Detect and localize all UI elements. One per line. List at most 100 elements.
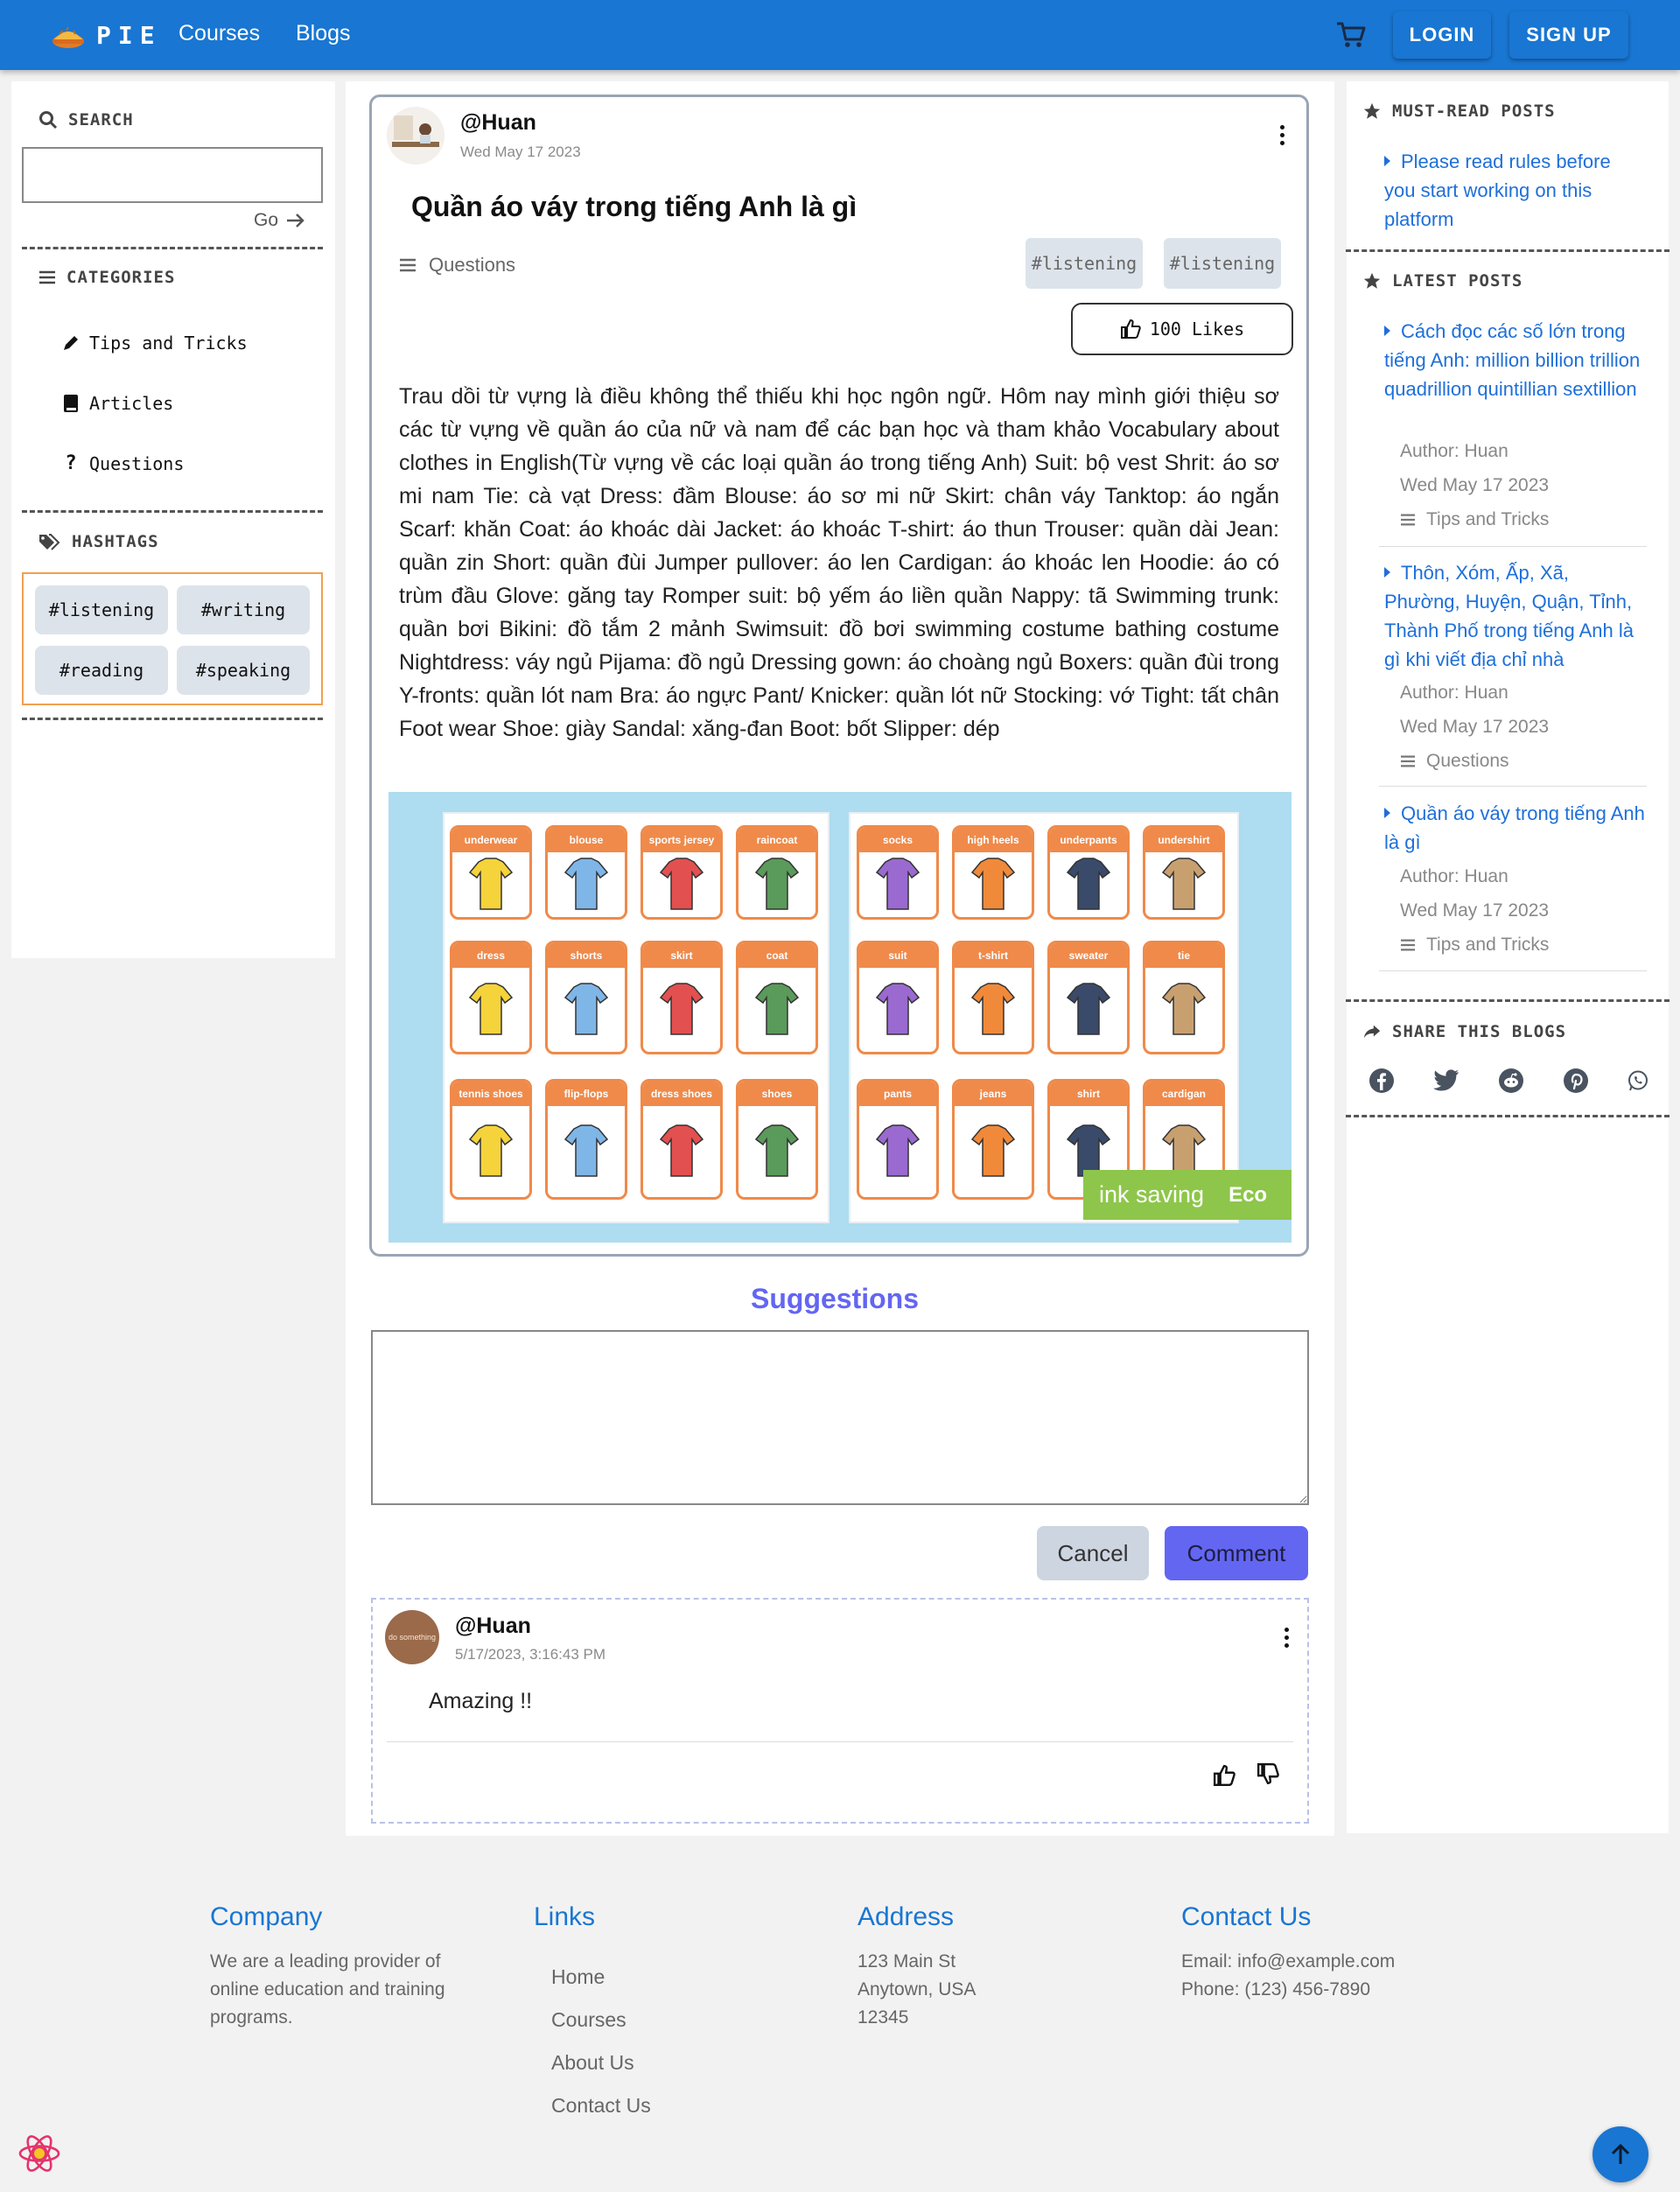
category-articles[interactable]: Articles	[60, 393, 173, 414]
hashtags-heading: HASHTAGS	[38, 532, 159, 551]
flashcard: underpants	[1047, 825, 1130, 920]
flashcard-label: shirt	[1050, 1082, 1127, 1106]
latest-title: LATEST POSTS	[1392, 271, 1523, 291]
reddit-icon[interactable]	[1496, 1066, 1526, 1096]
nav-blogs[interactable]: Blogs	[296, 21, 351, 46]
whatsapp-icon[interactable]	[1623, 1066, 1653, 1096]
flashcard: coat	[736, 941, 818, 1054]
post-tag[interactable]: #listening	[1164, 238, 1281, 289]
pie-logo-icon	[52, 26, 84, 48]
divider	[22, 718, 323, 720]
flashcard: tie	[1143, 941, 1225, 1054]
ink-saving-label: ink saving	[1099, 1181, 1205, 1208]
book-icon	[60, 394, 82, 413]
latest-post-link[interactable]: Quần áo váy trong tiếng Anh là gì	[1384, 799, 1647, 857]
share-heading: SHARE THIS BLOGS	[1362, 1022, 1566, 1041]
likes-count: 100 Likes	[1149, 319, 1245, 340]
clothing-illustration	[1145, 852, 1222, 917]
flashcard-label: t-shirt	[955, 943, 1032, 968]
comment-more-icon[interactable]	[1284, 1628, 1290, 1648]
latest-post-link[interactable]: Cách đọc các số lớn trong tiếng Anh: mil…	[1384, 317, 1647, 403]
latest-post-category[interactable]: Tips and Tricks	[1400, 935, 1549, 956]
post-category[interactable]: Questions	[399, 254, 515, 277]
login-button[interactable]: LOGIN	[1393, 11, 1491, 59]
footer-link-courses[interactable]: Courses	[551, 2008, 626, 2032]
comment-textarea[interactable]	[371, 1330, 1309, 1505]
flashcard: shoes	[736, 1079, 818, 1200]
footer-link-about[interactable]: About Us	[551, 2051, 634, 2075]
comment-timestamp: 5/17/2023, 3:16:43 PM	[455, 1646, 606, 1663]
divider	[1346, 1115, 1670, 1117]
latest-post-category[interactable]: Tips and Tricks	[1400, 509, 1549, 530]
link-text: Quần áo váy trong tiếng Anh là gì	[1384, 802, 1645, 853]
must-read-heading: MUST-READ POSTS	[1362, 102, 1556, 121]
post-author[interactable]: @Huan	[460, 110, 536, 136]
thumbs-down-icon[interactable]	[1256, 1762, 1279, 1785]
clothing-illustration	[1050, 968, 1127, 1052]
contact-email: Email: info@example.com	[1181, 1951, 1396, 1971]
cancel-button[interactable]: Cancel	[1037, 1526, 1149, 1580]
must-read-link[interactable]: Please read rules before you start worki…	[1384, 147, 1647, 234]
comment-author[interactable]: @Huan	[455, 1614, 531, 1639]
hashtag-reading[interactable]: #reading	[35, 646, 168, 695]
react-logo-icon[interactable]	[18, 2132, 61, 2175]
brand-logo[interactable]: PIE	[51, 18, 162, 53]
flashcard-label: underpants	[1050, 828, 1127, 852]
share-title: SHARE THIS BLOGS	[1392, 1022, 1567, 1041]
flashcard-label: sweater	[1050, 943, 1127, 968]
share-icon	[1363, 1025, 1381, 1039]
brand-name: PIE	[96, 20, 162, 50]
flashcard-label: undershirt	[1145, 828, 1222, 852]
footer-link-home[interactable]: Home	[551, 1965, 605, 1989]
flashcard: sweater	[1047, 941, 1130, 1054]
comment-avatar[interactable]: do something	[385, 1610, 439, 1664]
flashcard-label: suit	[859, 943, 936, 968]
latest-post-link[interactable]: Thôn, Xóm, Ấp, Xã, Phường, Huyện, Quận, …	[1384, 558, 1647, 674]
post-tag[interactable]: #listening	[1026, 238, 1143, 289]
hashtag-speaking[interactable]: #speaking	[177, 646, 310, 695]
footer-address-title: Address	[858, 1902, 955, 1931]
scroll-to-top-button[interactable]	[1592, 2126, 1648, 2182]
flashcard-label: shoes	[738, 1082, 816, 1106]
flashcard: socks	[857, 825, 939, 920]
flashcard-label: dress	[452, 943, 529, 968]
post-date: Wed May 17 2023	[460, 144, 581, 160]
nav-courses[interactable]: Courses	[178, 21, 260, 46]
author-avatar[interactable]	[387, 107, 444, 165]
divider	[1379, 546, 1647, 547]
hashtag-listening[interactable]: #listening	[35, 585, 168, 634]
thumbs-up-icon	[1120, 319, 1141, 339]
go-label: Go	[254, 210, 279, 230]
categories-title: CATEGORIES	[66, 268, 176, 287]
comment-text: Amazing !!	[429, 1689, 533, 1713]
clothing-illustration	[738, 1106, 816, 1197]
latest-post-author: Author: Huan	[1400, 683, 1508, 703]
search-input[interactable]	[22, 147, 323, 203]
signup-button[interactable]: SIGN UP	[1509, 11, 1628, 59]
comment-button[interactable]: Comment	[1165, 1526, 1308, 1580]
cart-icon[interactable]	[1335, 21, 1367, 49]
go-button[interactable]: Go	[254, 210, 306, 231]
footer-contact: Email: info@example.com Phone: (123) 456…	[1181, 1948, 1395, 2004]
likes-button[interactable]: 100 Likes	[1071, 303, 1293, 355]
latest-post-date: Wed May 17 2023	[1400, 475, 1550, 495]
category-questions[interactable]: ? Questions	[60, 452, 184, 474]
star-icon	[1363, 102, 1381, 119]
category-tips-and-tricks[interactable]: Tips and Tricks	[60, 333, 248, 354]
latest-post-category[interactable]: Questions	[1400, 751, 1509, 772]
footer-link-contact[interactable]: Contact Us	[551, 2094, 651, 2118]
flashcard-label: dress shoes	[643, 1082, 720, 1106]
pinterest-icon[interactable]	[1561, 1066, 1591, 1096]
thumbs-up-icon[interactable]	[1213, 1764, 1236, 1787]
facebook-icon[interactable]	[1367, 1066, 1396, 1096]
arrow-up-icon	[1611, 2143, 1630, 2164]
flashcard-label: jeans	[955, 1082, 1032, 1106]
clothing-illustration	[1145, 968, 1222, 1052]
flashcard: dress	[450, 941, 532, 1054]
flashcard-label: blouse	[548, 828, 625, 852]
twitter-icon[interactable]	[1432, 1066, 1461, 1096]
star-icon	[1363, 272, 1381, 289]
category-label: Tips and Tricks	[1426, 935, 1550, 955]
post-more-icon[interactable]	[1280, 125, 1285, 145]
hashtag-writing[interactable]: #writing	[177, 585, 310, 634]
